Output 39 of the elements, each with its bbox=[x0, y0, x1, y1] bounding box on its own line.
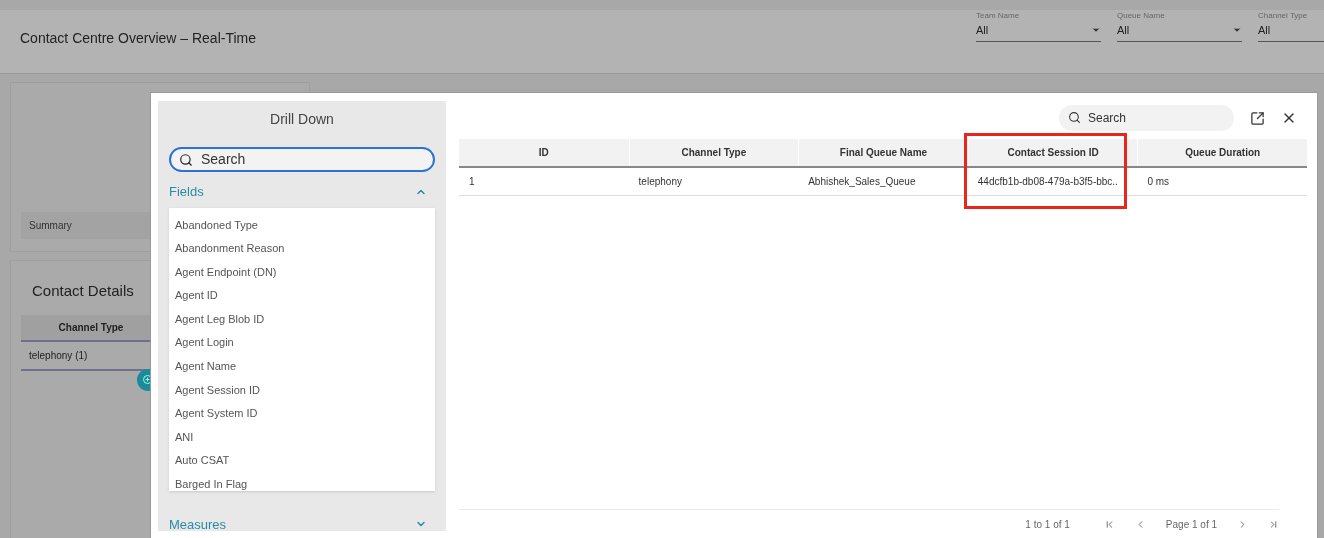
filter-label: Team Name bbox=[976, 10, 1021, 22]
filter-dropdown[interactable]: All bbox=[1117, 22, 1242, 42]
table-cell-text: 0 ms bbox=[1146, 175, 1171, 189]
section-title: Contact Details bbox=[32, 282, 134, 299]
field-item[interactable]: Agent Name bbox=[175, 355, 435, 379]
expand-icon[interactable] bbox=[1250, 110, 1265, 126]
search-icon bbox=[179, 152, 193, 167]
field-item[interactable]: Agent Session ID bbox=[175, 378, 435, 403]
table-cell-text: telephony bbox=[637, 175, 683, 189]
last-page-icon[interactable] bbox=[1268, 519, 1279, 530]
page-indicator: Page 1 of 1 bbox=[1165, 518, 1217, 532]
field-item[interactable]: Abandonment Reason bbox=[175, 237, 435, 261]
column-header[interactable]: ID bbox=[459, 139, 629, 166]
table-cell-text: 44dcfb1b-db08-479a-b3f5-bbc.. bbox=[976, 175, 1119, 189]
column-header[interactable]: Contact Session ID bbox=[967, 139, 1138, 166]
column-header[interactable]: Channel Type bbox=[628, 139, 799, 166]
filter-label: Queue Name bbox=[1117, 10, 1166, 22]
field-item[interactable]: Agent ID bbox=[175, 284, 435, 308]
column-header[interactable]: Final Queue Name bbox=[798, 139, 968, 166]
search-field[interactable]: Search bbox=[169, 147, 435, 172]
table-cell-text: 1 bbox=[468, 175, 476, 189]
search-icon bbox=[1068, 111, 1081, 124]
page-title: Contact Centre Overview – Real-Time bbox=[20, 29, 256, 48]
table-cell-text: Abhishek_Sales_Queue bbox=[807, 175, 917, 189]
search-field[interactable]: Search bbox=[1059, 105, 1234, 131]
filter-dropdown[interactable]: All bbox=[1258, 22, 1324, 42]
field-item[interactable]: Agent Endpoint (DN) bbox=[175, 260, 435, 285]
field-item[interactable]: Auto CSAT bbox=[175, 449, 435, 474]
filter-label: Channel Type bbox=[1258, 10, 1309, 22]
panel-title: Drill Down bbox=[269, 110, 335, 129]
field-item[interactable]: Abandoned Type bbox=[175, 213, 435, 238]
field-item[interactable]: ANI bbox=[175, 425, 435, 450]
field-item[interactable]: Agent System ID bbox=[175, 402, 435, 426]
row-count: 1 to 1 of 1 bbox=[1025, 518, 1070, 532]
field-item[interactable]: Agent Login bbox=[175, 331, 435, 356]
column-header[interactable]: Queue Duration bbox=[1137, 139, 1307, 166]
field-item[interactable]: Agent Leg Blob ID bbox=[175, 307, 435, 332]
filter-dropdown[interactable]: All bbox=[976, 22, 1101, 42]
field-item[interactable]: Barged In Flag bbox=[175, 473, 435, 491]
